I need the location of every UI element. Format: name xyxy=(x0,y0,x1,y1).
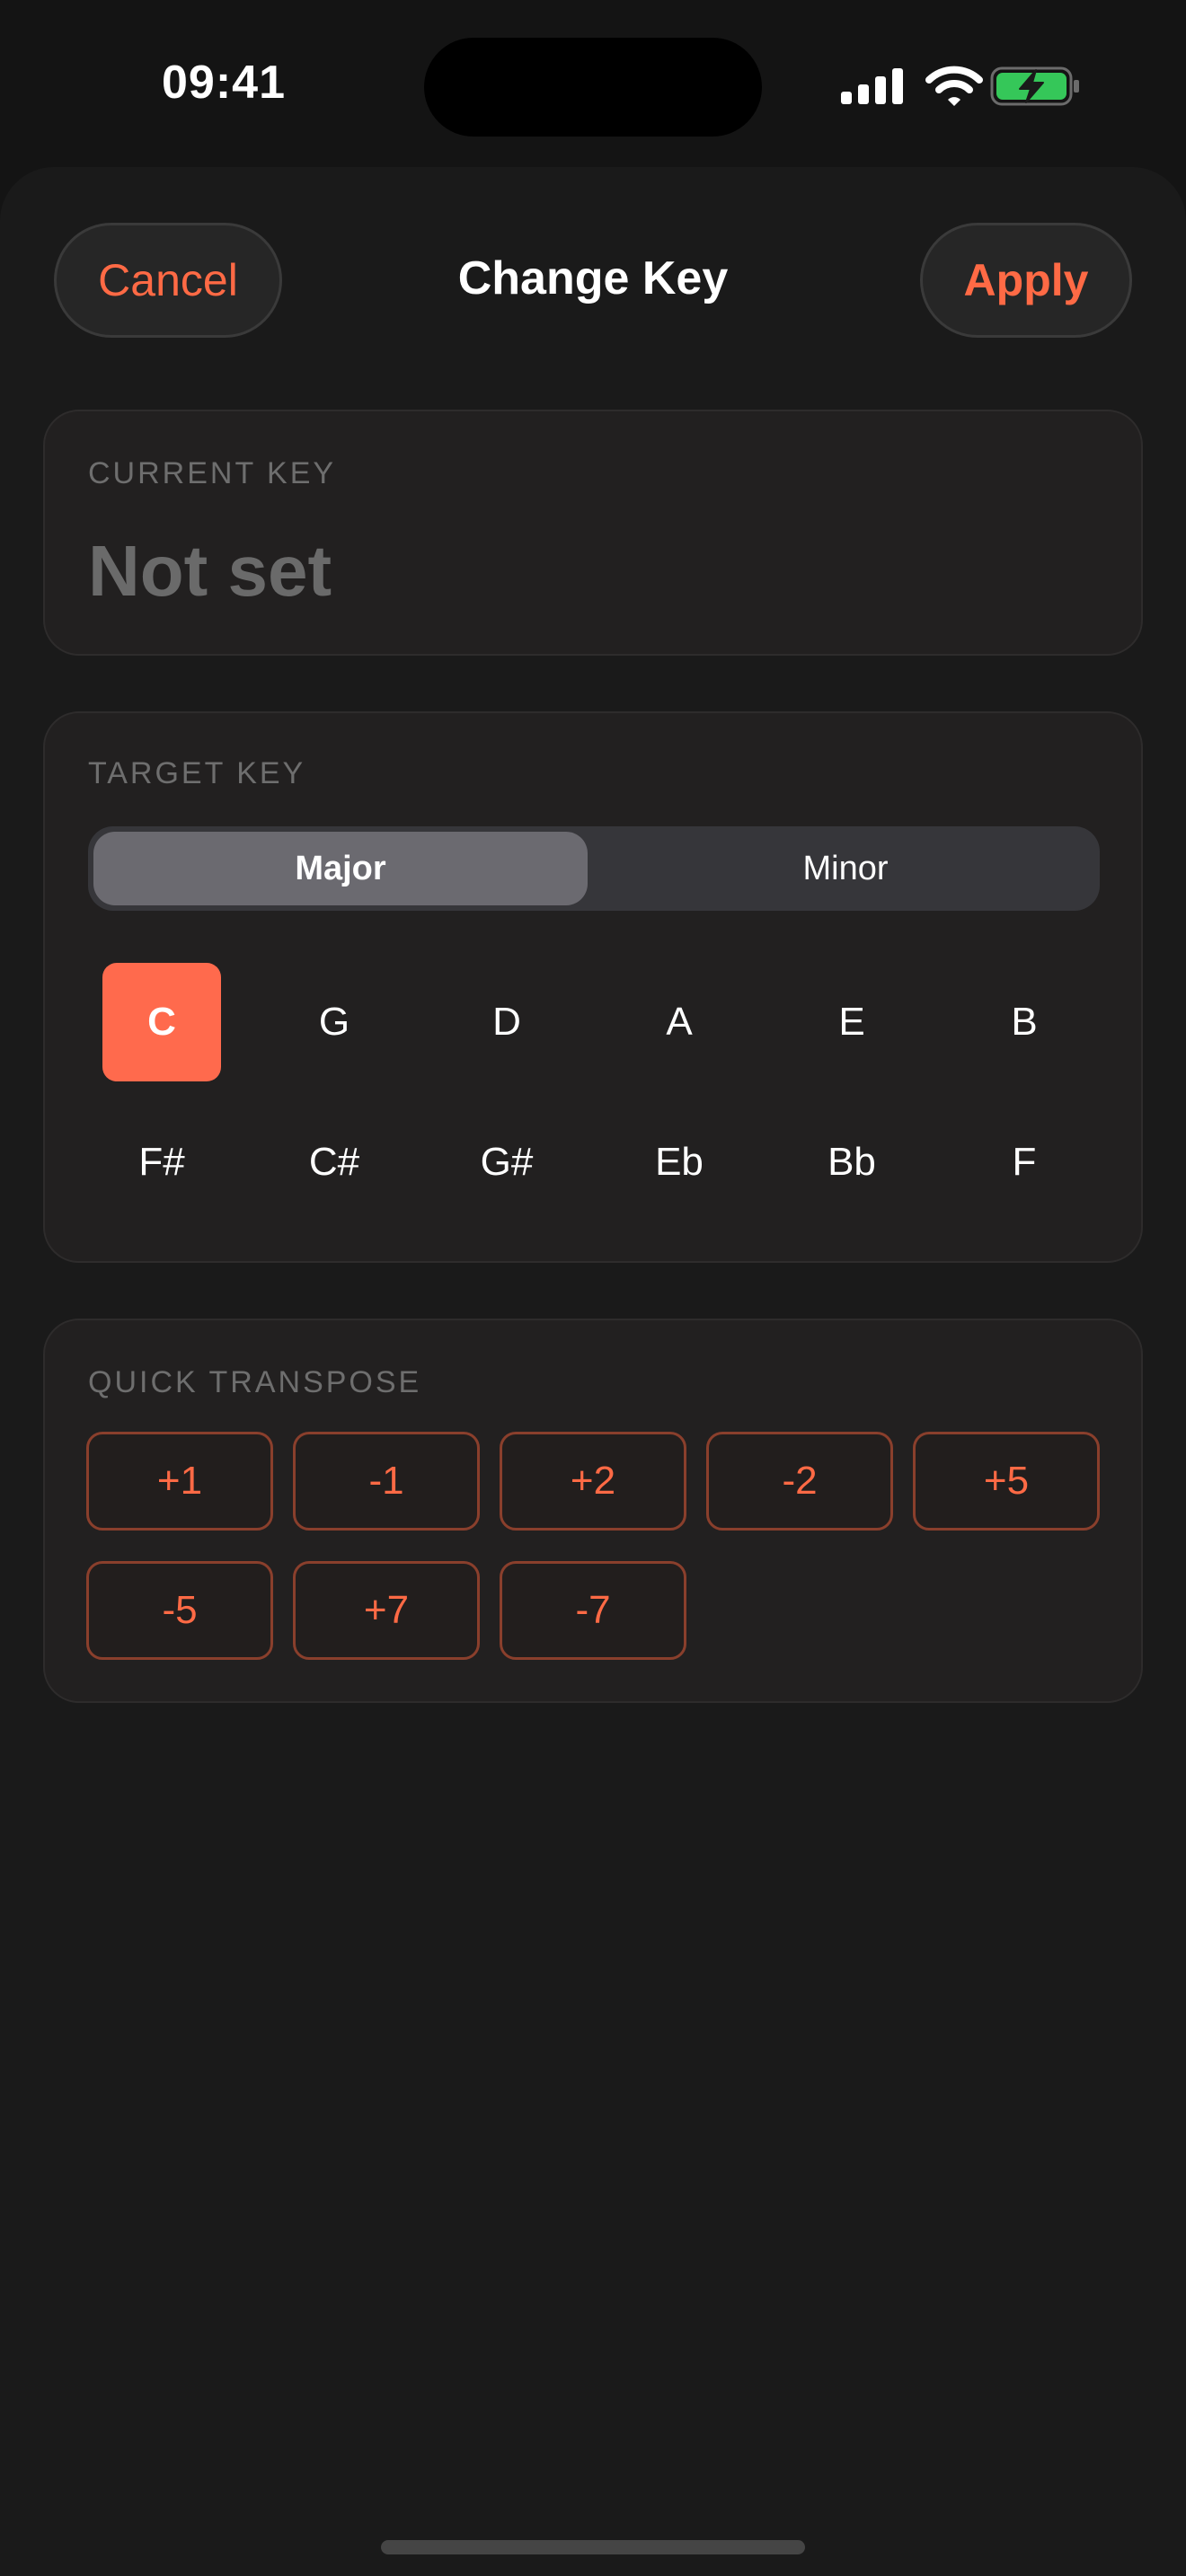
key-option-c-sharp[interactable]: C# xyxy=(275,1103,394,1222)
current-key-label: CURRENT KEY xyxy=(88,456,337,490)
home-indicator[interactable] xyxy=(381,2540,805,2554)
screen: 09:41 Cancel Change Key Apply CURRENT KE… xyxy=(0,0,1186,2576)
key-option-g[interactable]: G xyxy=(275,963,394,1081)
battery-charging-icon xyxy=(990,65,1084,108)
transpose-minus-5-button[interactable]: -5 xyxy=(86,1561,273,1660)
key-option-a[interactable]: A xyxy=(620,963,739,1081)
transpose-plus-7-button[interactable]: +7 xyxy=(293,1561,480,1660)
key-option-d[interactable]: D xyxy=(447,963,566,1081)
target-key-label: TARGET KEY xyxy=(88,756,306,790)
transpose-minus-1-button[interactable]: -1 xyxy=(293,1432,480,1531)
wifi-icon xyxy=(925,65,983,108)
mode-minor-segment[interactable]: Minor xyxy=(598,832,1093,905)
key-option-c[interactable]: C xyxy=(102,963,221,1081)
mode-segmented-control: Major Minor xyxy=(88,826,1100,911)
cellular-signal-icon xyxy=(841,68,904,104)
key-option-b-flat[interactable]: Bb xyxy=(792,1103,911,1222)
status-time: 09:41 xyxy=(162,57,286,109)
transpose-plus-5-button[interactable]: +5 xyxy=(913,1432,1100,1531)
transpose-minus-7-button[interactable]: -7 xyxy=(500,1561,686,1660)
key-option-f-sharp[interactable]: F# xyxy=(102,1103,221,1222)
quick-transpose-card: QUICK TRANSPOSE +1 -1 +2 -2 +5 -5 +7 -7 xyxy=(43,1319,1143,1703)
key-option-e[interactable]: E xyxy=(792,963,911,1081)
current-key-card: CURRENT KEY Not set xyxy=(43,410,1143,656)
status-bar: 09:41 xyxy=(0,0,1186,171)
quick-transpose-label: QUICK TRANSPOSE xyxy=(88,1365,422,1399)
key-option-e-flat[interactable]: Eb xyxy=(620,1103,739,1222)
apply-button[interactable]: Apply xyxy=(920,223,1132,338)
dynamic-island xyxy=(424,38,762,137)
current-key-value: Not set xyxy=(88,531,332,611)
transpose-plus-2-button[interactable]: +2 xyxy=(500,1432,686,1531)
mode-major-segment[interactable]: Major xyxy=(93,832,588,905)
key-option-f[interactable]: F xyxy=(965,1103,1084,1222)
key-option-b[interactable]: B xyxy=(965,963,1084,1081)
change-key-sheet: Cancel Change Key Apply CURRENT KEY Not … xyxy=(0,167,1186,2576)
target-key-card: TARGET KEY Major Minor C G D A E B F# C#… xyxy=(43,711,1143,1263)
key-option-g-sharp[interactable]: G# xyxy=(447,1103,566,1222)
transpose-plus-1-button[interactable]: +1 xyxy=(86,1432,273,1531)
transpose-minus-2-button[interactable]: -2 xyxy=(706,1432,893,1531)
